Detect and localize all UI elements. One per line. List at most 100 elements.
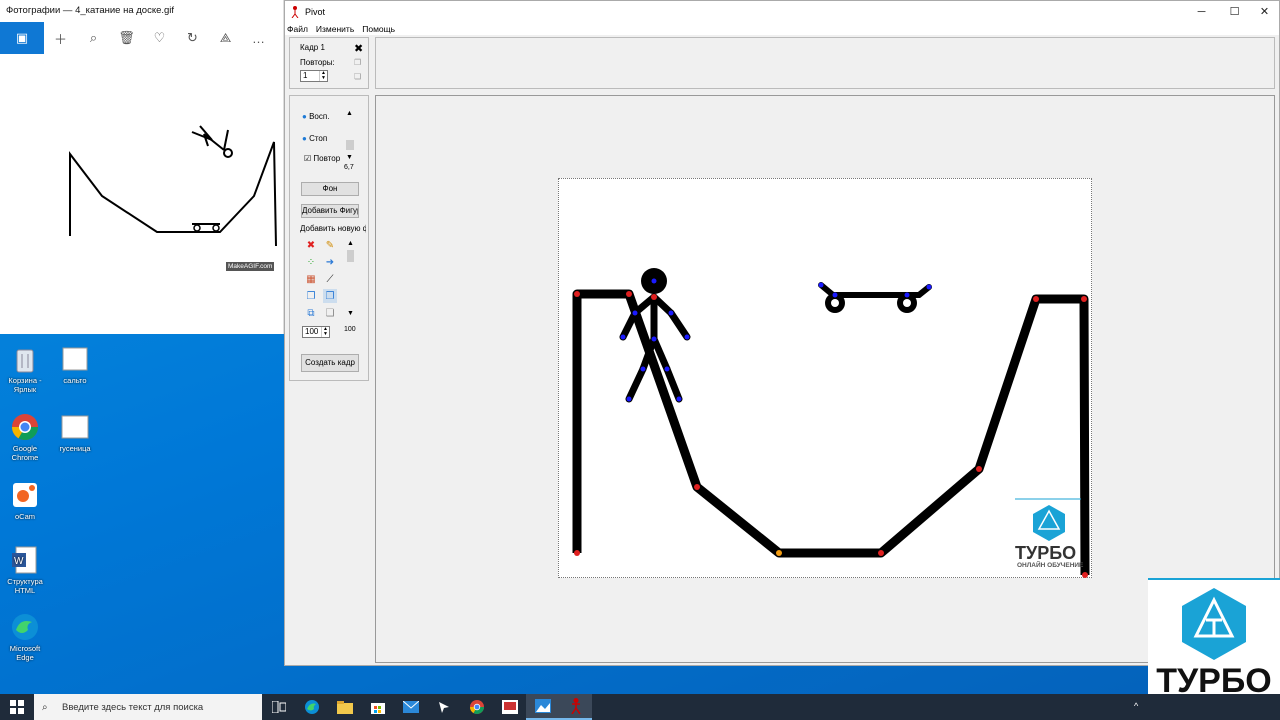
speed-slider[interactable] <box>346 140 354 150</box>
desktop-icon-gusenitsa[interactable]: гусеница <box>50 412 100 453</box>
desktop-icon-label: сальто <box>63 376 87 385</box>
repeats-label: Повторы: <box>300 58 335 67</box>
taskbar-chrome[interactable] <box>460 694 493 720</box>
repeats-input[interactable]: 1 ▲ ▼ <box>300 70 328 82</box>
taskbar-media[interactable] <box>493 694 526 720</box>
word-doc-icon: W <box>10 545 40 575</box>
animation-stage[interactable]: ТУРБО ОНЛАЙН ОБУЧЕНИЕ <box>558 178 1092 578</box>
mail-icon <box>402 701 419 713</box>
pivot-app-icon <box>570 698 581 714</box>
tools-scroll-down-icon[interactable]: ▼ <box>347 310 354 317</box>
desktop-icon-html-structure[interactable]: W Структура HTML <box>0 545 50 595</box>
spin-arrows-icon[interactable]: ▲ ▼ <box>319 71 327 81</box>
task-view-icon <box>271 701 286 713</box>
desktop-icon-ocam[interactable]: oCam <box>0 480 50 521</box>
task-view-button[interactable] <box>262 694 295 720</box>
line-tool-icon[interactable]: ⟋ <box>323 272 337 286</box>
repeat-checkbox[interactable]: ☑ Повтор <box>304 154 340 163</box>
speed-up-icon[interactable]: ▲ <box>346 110 353 117</box>
paste-figure-icon[interactable]: ❏ <box>323 306 337 320</box>
desktop-icon-label: гусеница <box>59 444 91 453</box>
desktop-icon-edge[interactable]: Microsoft Edge <box>0 612 50 662</box>
play-icon: ● <box>302 112 307 121</box>
flip-arrow-icon[interactable]: ➜ <box>323 255 337 269</box>
tools-scrollbar[interactable] <box>347 250 354 262</box>
photos-title: Фотографии — 4_катание на доске.gif <box>0 0 283 22</box>
taskbar-explorer[interactable] <box>328 694 361 720</box>
send-back-icon[interactable]: ❐ <box>323 289 337 303</box>
menu-edit[interactable]: Изменить <box>316 23 354 35</box>
photos-icon <box>534 699 551 713</box>
copy-frame-icon[interactable]: ❐ <box>354 58 361 67</box>
canvas-area[interactable]: ТУРБО ОНЛАЙН ОБУЧЕНИЕ <box>375 95 1275 663</box>
paste-frame-icon[interactable]: ❏ <box>354 72 361 81</box>
more-icon[interactable]: … <box>242 22 275 54</box>
tray-chevron-icon[interactable]: ^ <box>1134 701 1138 711</box>
spin-arrows-icon[interactable]: ▲ ▼ <box>321 327 329 337</box>
menu-help[interactable]: Помощь <box>362 23 395 35</box>
delete-figure-icon[interactable]: ✖ <box>304 238 318 252</box>
timeline-strip[interactable] <box>375 37 1275 89</box>
taskbar-app-arrow[interactable] <box>427 694 460 720</box>
pivot-window: Pivot ─ ☐ ✕ Файл Изменить Помощь Кадр 1 … <box>284 0 1280 666</box>
frame-panel: Кадр 1 ✖ Повторы: ❐ 1 ▲ ▼ ❏ <box>289 37 369 89</box>
search-icon: ⌕ <box>42 701 48 713</box>
size-input[interactable]: 100 ▲ ▼ <box>302 326 330 338</box>
delete-frame-icon[interactable]: ✖ <box>354 42 363 55</box>
create-frame-button[interactable]: Создать кадр <box>301 354 359 372</box>
close-button[interactable]: ✕ <box>1248 1 1280 23</box>
stop-icon: ● <box>302 134 307 143</box>
scale-icon[interactable]: ⁘ <box>304 255 318 269</box>
delete-icon[interactable]: 🗑 <box>110 22 143 54</box>
size-max: 100 <box>344 326 356 333</box>
desktop-icon-label: oCam <box>14 512 35 521</box>
crop-icon[interactable]: ⟁ <box>209 22 242 54</box>
taskbar-store[interactable] <box>361 694 394 720</box>
taskbar-mail[interactable] <box>394 694 427 720</box>
photos-window: Фотографии — 4_катание на доске.gif ▣ ＋ … <box>0 0 284 334</box>
stop-button[interactable]: ● Стоп <box>302 134 327 143</box>
chrome-icon <box>469 700 484 714</box>
minimize-button[interactable]: ─ <box>1185 1 1218 23</box>
tools-panel: ● Восп. ● Стоп ☑ Повтор ▲ ▼ 6,7 Фон Доба… <box>289 95 369 381</box>
add-icon[interactable]: ＋ <box>44 22 77 54</box>
start-button[interactable] <box>0 694 34 720</box>
gif-preview <box>62 96 280 272</box>
taskbar: ⌕ Введите здесь текст для поиска ^ <box>0 694 1280 720</box>
desktop-icon-salto[interactable]: сальто <box>50 344 100 385</box>
pivot-titlebar: Pivot <box>285 1 1279 23</box>
taskbar-photos[interactable] <box>526 694 559 720</box>
desktop-icon-label: Google Chrome <box>11 444 39 462</box>
taskbar-pivot[interactable] <box>559 694 592 720</box>
add-figure-button[interactable]: Добавить Фигуру <box>301 204 359 218</box>
tools-scroll-up-icon[interactable]: ▲ <box>347 240 354 247</box>
bring-front-icon[interactable]: ❐ <box>304 289 318 303</box>
background-button[interactable]: Фон <box>301 182 359 196</box>
file-icon <box>60 344 90 374</box>
rotate-icon[interactable]: ↻ <box>176 22 209 54</box>
brand-hexagon-icon <box>1182 588 1246 660</box>
image-view-icon[interactable]: ▣ <box>0 22 44 54</box>
recycle-bin-icon <box>10 344 40 374</box>
zoom-icon[interactable]: ⌕ <box>77 22 110 54</box>
taskbar-edge[interactable] <box>295 694 328 720</box>
speed-value: 6,7 <box>344 164 354 171</box>
maximize-button[interactable]: ☐ <box>1218 1 1251 23</box>
favorite-icon[interactable]: ♡ <box>143 22 176 54</box>
edge-icon <box>304 700 319 714</box>
desktop-icon-chrome[interactable]: Google Chrome <box>0 412 50 462</box>
media-icon <box>501 700 518 714</box>
menu-file[interactable]: Файл <box>287 23 308 35</box>
taskbar-search[interactable]: ⌕ Введите здесь текст для поиска <box>34 694 262 720</box>
stage-brand-name: ТУРБО <box>1015 543 1077 563</box>
photos-toolbar: ▣ ＋ ⌕ 🗑 ♡ ↻ ⟁ … <box>0 22 283 54</box>
edit-pencil-icon[interactable]: ✎ <box>323 238 337 252</box>
desktop-icon-label: Корзина - Ярлык <box>8 376 42 394</box>
store-icon <box>370 703 385 714</box>
pivot-app-icon <box>291 6 299 18</box>
desktop-icon-recycle-bin[interactable]: Корзина - Ярлык <box>0 344 50 394</box>
play-button[interactable]: ● Восп. <box>302 112 329 121</box>
copy-figure-icon[interactable]: ⧉ <box>304 306 318 320</box>
color-icon[interactable]: ▦ <box>304 272 318 286</box>
speed-down-icon[interactable]: ▼ <box>346 154 353 161</box>
